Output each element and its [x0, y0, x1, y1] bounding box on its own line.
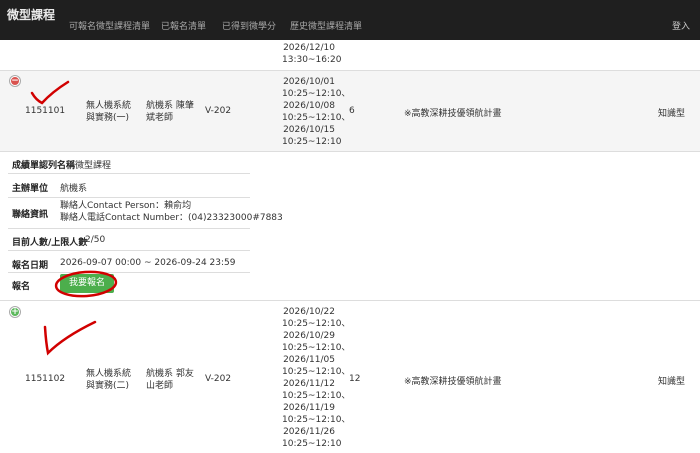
red-checkmark-annotation — [43, 320, 97, 356]
annotation-overlay — [30, 80, 118, 356]
red-circle-annotation — [54, 270, 118, 298]
red-checkmark-annotation — [30, 80, 70, 105]
